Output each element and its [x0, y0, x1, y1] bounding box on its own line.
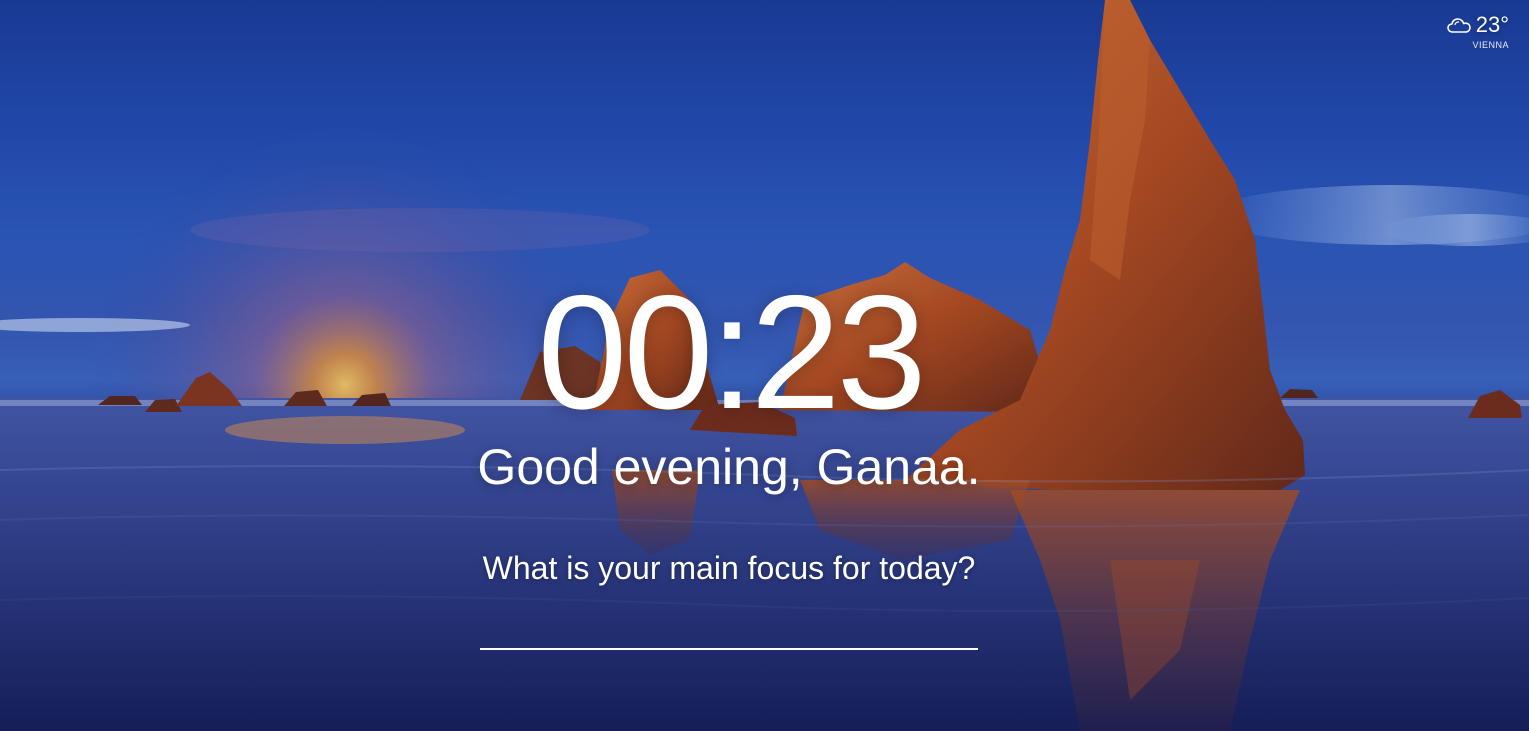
clock-time: 00:23 — [537, 262, 926, 443]
main-content: 00:23 Good evening, Ganaa. What is your … — [0, 0, 1529, 731]
focus-input[interactable] — [480, 610, 978, 650]
focus-question: What is your main focus for today? — [482, 550, 976, 586]
greeting-text: Good evening, Ganaa. — [477, 439, 981, 495]
background-photo: 23° VIENNA 00:23 Good evening, Ganaa. Wh… — [0, 0, 1529, 731]
